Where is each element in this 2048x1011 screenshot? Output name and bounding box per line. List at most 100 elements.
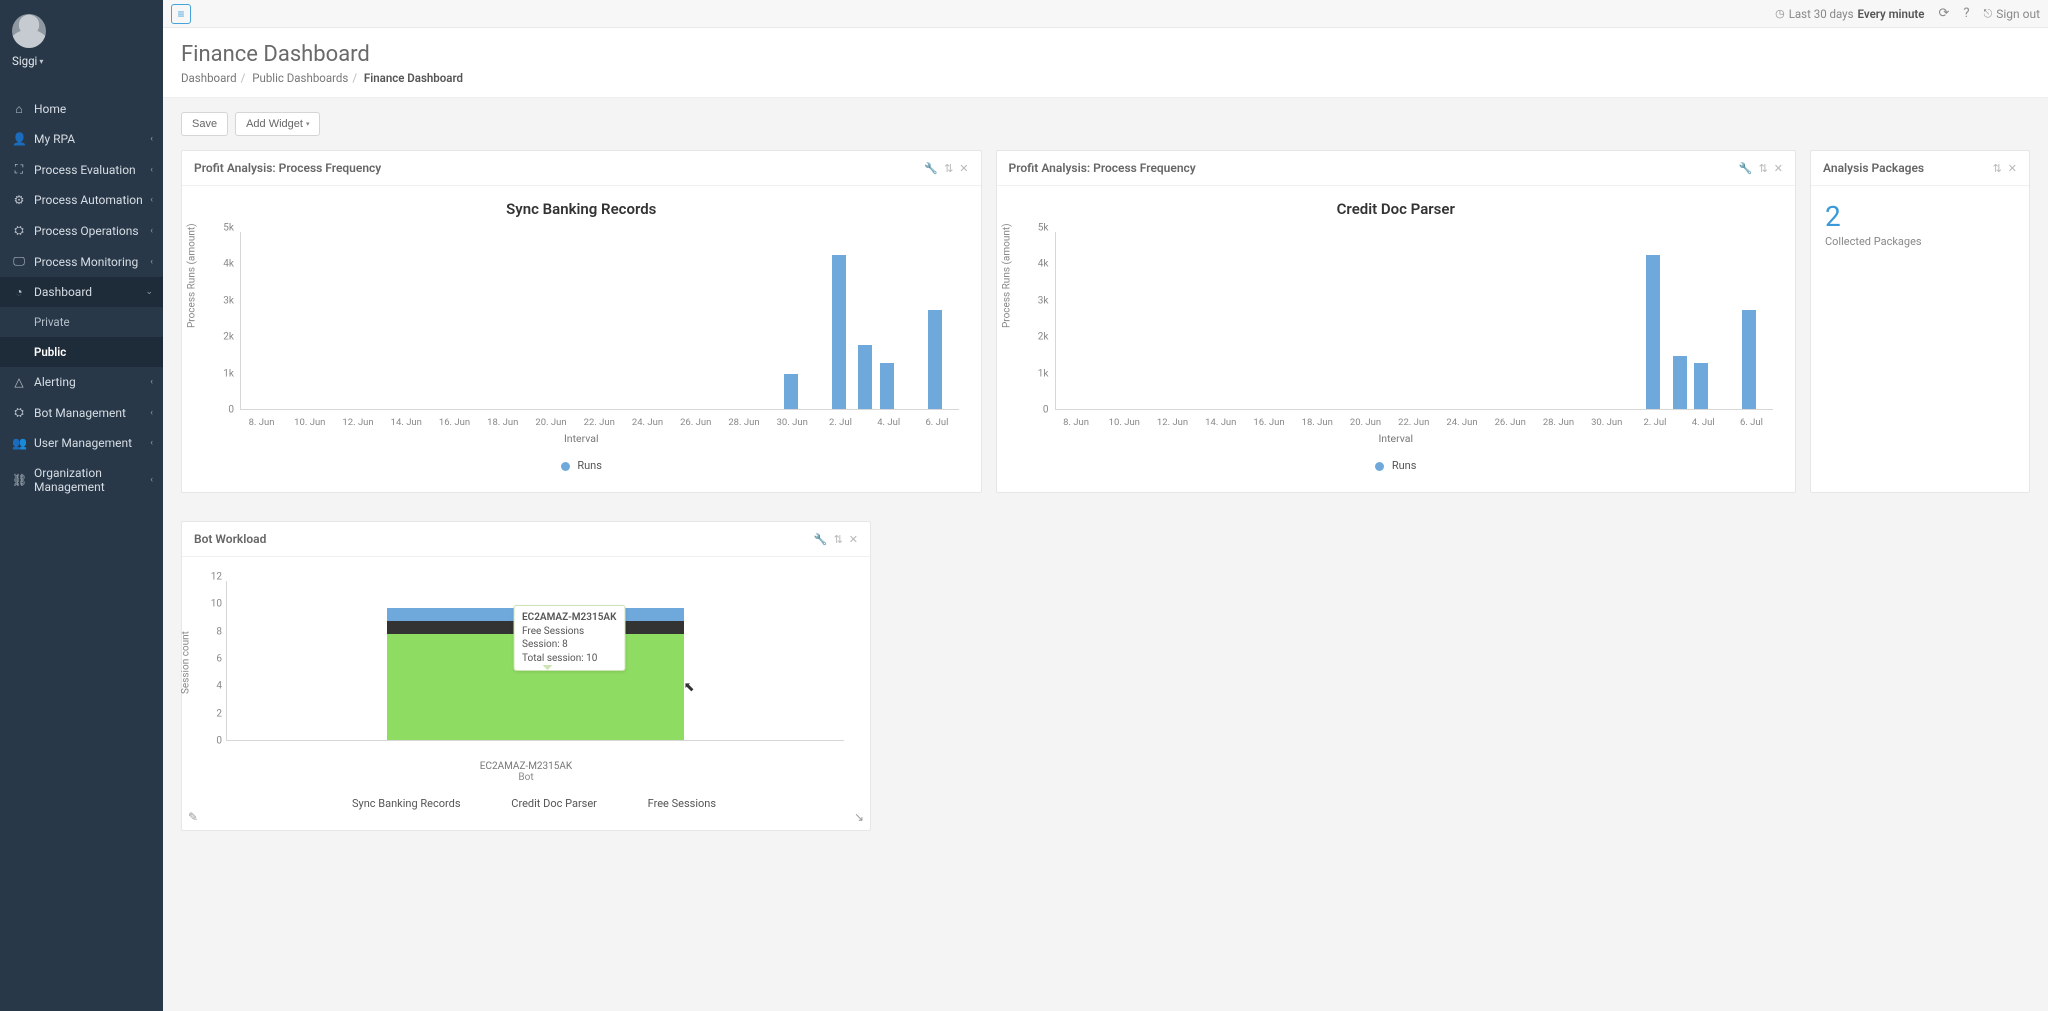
nav-label: Process Operations <box>34 224 139 238</box>
signout-button[interactable]: ⎋ Sign out <box>1984 7 2040 21</box>
bar[interactable] <box>928 310 942 409</box>
widget-settings-icon[interactable]: 🔧 <box>1739 162 1753 175</box>
bar[interactable] <box>784 374 798 409</box>
chevron-left-icon: ‹ <box>150 377 153 387</box>
sidebar-item-process-automation[interactable]: ⚙Process Automation‹ <box>0 185 163 215</box>
add-widget-label: Add Widget <box>246 118 303 130</box>
nav-label: Public <box>34 345 66 359</box>
widget-close-icon[interactable]: ✕ <box>1774 162 1783 175</box>
packages-value: 2 <box>1825 200 2015 233</box>
sidebar-item-home[interactable]: ⌂Home <box>0 94 163 124</box>
sidebar-item-process-evaluation[interactable]: ⛶Process Evaluation‹ <box>0 154 163 185</box>
signout-icon: ⎋ <box>1984 7 1993 21</box>
bar[interactable] <box>880 363 894 409</box>
widget-move-icon[interactable]: ⇅ <box>1759 162 1768 175</box>
sidebar-item-alerting[interactable]: △Alerting‹ <box>0 367 163 397</box>
widget-sync-banking: Profit Analysis: Process Frequency 🔧 ⇅ ✕… <box>181 150 982 493</box>
segment-sync-banking-records[interactable] <box>387 608 683 621</box>
chart-legend: Sync Banking Records Credit Doc Parser F… <box>196 797 856 810</box>
time-range-picker[interactable]: ◷ Last 30 days Every minute <box>1775 7 1924 21</box>
sidebar-item-organization-management[interactable]: ⛓Organization Management‹ <box>0 458 163 502</box>
widget-close-icon[interactable]: ✕ <box>959 162 968 175</box>
chevron-left-icon: ‹ <box>150 134 153 144</box>
sidebar-item-dashboard[interactable]: ◔Dashboard⌄ <box>0 277 163 307</box>
widget-move-icon[interactable]: ⇅ <box>834 533 843 546</box>
widget-move-icon[interactable]: ⇅ <box>944 162 953 175</box>
nav-icon: ◔ <box>12 285 26 299</box>
sidebar-item-my-rpa[interactable]: 👤My RPA‹ <box>0 124 163 154</box>
user-menu[interactable]: Siggi▾ <box>12 54 151 68</box>
chart-title: Credit Doc Parser <box>1011 200 1782 218</box>
topbar: ≡ ◷ Last 30 days Every minute ⟳ ? ⎋ Sign… <box>163 0 2048 28</box>
sidebar-item-user-management[interactable]: 👥 User Management ‹ <box>0 428 163 458</box>
legend-label: Credit Doc Parser <box>511 797 597 810</box>
y-axis-label: Process Runs (amount) <box>187 223 198 328</box>
widget-close-icon[interactable]: ✕ <box>849 533 858 546</box>
widget-title: Analysis Packages <box>1823 161 1993 175</box>
bar[interactable] <box>1742 310 1756 409</box>
sidebar-subitem-public[interactable]: Public <box>0 337 163 367</box>
toggle-sidebar-button[interactable]: ≡ <box>171 4 191 24</box>
nav-label: Private <box>34 315 70 329</box>
refresh-button[interactable]: ⟳ <box>1938 6 1949 21</box>
range-prefix: Last 30 days <box>1789 7 1854 21</box>
legend-label: Free Sessions <box>648 797 716 810</box>
sidebar-item-process-operations[interactable]: ⛭Process Operations‹ <box>0 215 163 246</box>
add-widget-button[interactable]: Add Widget▾ <box>235 112 320 136</box>
x-axis-label: Interval <box>1011 432 1782 445</box>
range-interval: Every minute <box>1858 7 1925 21</box>
sidebar-item-process-monitoring[interactable]: 🖵Process Monitoring‹ <box>0 246 163 277</box>
widget-settings-icon[interactable]: 🔧 <box>814 533 828 546</box>
stacked-bar[interactable] <box>387 608 683 741</box>
widget-move-icon[interactable]: ⇅ <box>1993 162 2002 175</box>
bar[interactable] <box>1694 363 1708 409</box>
sidebar: Siggi▾ ⌂Home👤My RPA‹ ⛶ Process Evaluation ‹… <box>0 0 163 1011</box>
legend-label: Runs <box>1392 459 1417 472</box>
segment-credit-doc-parser[interactable] <box>387 621 683 634</box>
x-axis-label: Bot <box>196 772 856 783</box>
signout-label: Sign out <box>1996 7 2040 21</box>
bar[interactable] <box>1646 255 1660 409</box>
y-axis-label: Process Runs (amount) <box>1001 223 1012 328</box>
crumb-current: Finance Dashboard <box>364 71 463 85</box>
bar[interactable] <box>858 345 872 409</box>
nav-label: User Management <box>34 436 132 450</box>
nav-icon: 🖵 <box>12 254 26 269</box>
segment-free-sessions[interactable] <box>387 634 683 740</box>
crumb-root[interactable]: Dashboard <box>181 71 237 85</box>
widget-credit-doc: Profit Analysis: Process Frequency 🔧 ⇅ ✕… <box>996 150 1797 493</box>
bar[interactable] <box>832 255 846 409</box>
resize-handle-br-icon[interactable]: ↘ <box>854 810 864 824</box>
chart-title: Sync Banking Records <box>196 200 967 218</box>
nav-icon: ⛶ <box>12 162 26 177</box>
chevron-left-icon: ‹ <box>150 195 153 205</box>
nav-label: Bot Management <box>34 406 126 420</box>
chevron-left-icon: ‹ <box>150 438 153 448</box>
nav-label: Dashboard <box>34 285 92 299</box>
help-button[interactable]: ? <box>1963 6 1969 21</box>
resize-handle-bl-icon[interactable]: ✎ <box>188 810 198 824</box>
widget-close-icon[interactable]: ✕ <box>2008 162 2017 175</box>
chart: 024681012 EC2AMAZ-M2315AK Free Sessions … <box>226 577 844 757</box>
avatar[interactable] <box>12 14 46 48</box>
sidebar-subitem-private[interactable]: Private <box>0 307 163 337</box>
dashboard-actions: Save Add Widget▾ <box>181 112 2030 136</box>
nav-icon: 👥 <box>12 436 26 450</box>
widget-settings-icon[interactable]: 🔧 <box>924 162 938 175</box>
breadcrumb: Dashboard/ Public Dashboards/ Finance Da… <box>181 71 2030 85</box>
nav-label: Organization Management <box>34 466 151 494</box>
crumb-parent[interactable]: Public Dashboards <box>252 71 348 85</box>
nav-label: Home <box>34 102 66 116</box>
y-axis-label: Session count <box>181 631 192 694</box>
nav-label: Process Evaluation <box>34 163 136 177</box>
save-button[interactable]: Save <box>181 112 228 136</box>
main: ≡ ◷ Last 30 days Every minute ⟳ ? ⎋ Sign… <box>163 0 2048 1011</box>
chart-legend: Runs <box>196 459 967 472</box>
nav-icon: ⚙ <box>12 193 26 207</box>
widget-title: Profit Analysis: Process Frequency <box>1009 161 1739 175</box>
chevron-left-icon: ‹ <box>150 475 153 485</box>
nav-icon: ⛭ <box>12 223 26 238</box>
bar[interactable] <box>1673 356 1687 409</box>
user-name: Siggi <box>12 54 37 68</box>
sidebar-item-bot-management[interactable]: ⛭Bot Management‹ <box>0 397 163 428</box>
